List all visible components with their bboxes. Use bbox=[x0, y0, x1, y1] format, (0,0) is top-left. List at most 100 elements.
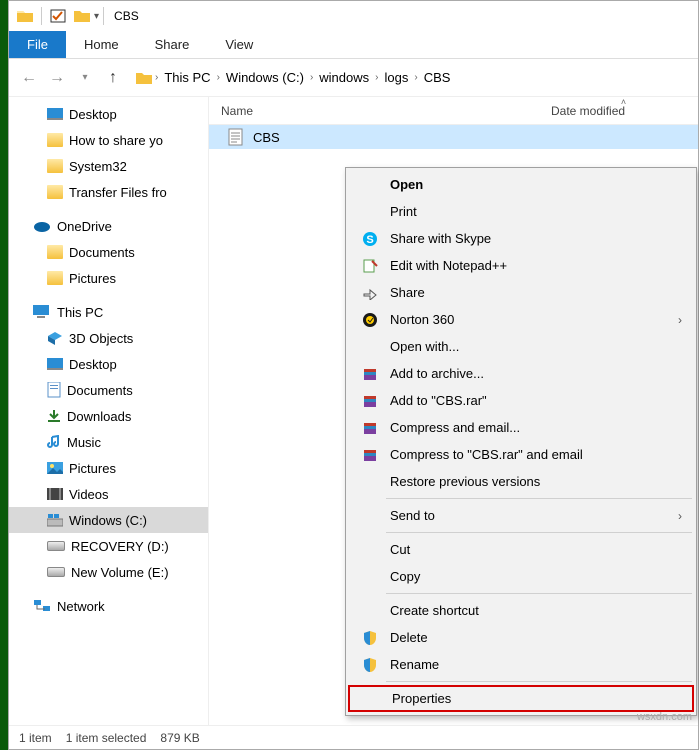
svg-text:S: S bbox=[366, 234, 373, 246]
status-item-count: 1 item bbox=[19, 731, 52, 745]
music-icon bbox=[47, 435, 61, 449]
disk-icon bbox=[47, 567, 65, 577]
status-selected: 1 item selected bbox=[66, 731, 147, 745]
text-file-icon bbox=[227, 128, 245, 146]
tree-item-documents[interactable]: Documents bbox=[9, 377, 208, 403]
tree-item-network[interactable]: Network bbox=[9, 593, 208, 619]
ctx-print[interactable]: Print bbox=[348, 198, 694, 225]
up-button[interactable]: ↑ bbox=[99, 64, 127, 92]
ctx-properties[interactable]: Properties bbox=[348, 685, 694, 712]
ctx-compressrar[interactable]: Compress to "CBS.rar" and email bbox=[348, 441, 694, 468]
onedrive-icon bbox=[33, 220, 51, 232]
pictures-icon bbox=[47, 462, 63, 474]
ctx-addrar[interactable]: Add to "CBS.rar" bbox=[348, 387, 694, 414]
tree-item-thispc[interactable]: This PC bbox=[9, 299, 208, 325]
chevron-right-icon: › bbox=[678, 509, 694, 523]
tree-label: Pictures bbox=[69, 271, 116, 286]
folder-icon bbox=[47, 271, 63, 285]
breadcrumb-item[interactable]: CBS bbox=[420, 70, 455, 85]
navigation-tree[interactable]: Desktop How to share yo System32 Transfe… bbox=[9, 97, 209, 725]
checkbox-icon[interactable] bbox=[50, 9, 66, 23]
folder-icon bbox=[47, 245, 63, 259]
ctx-copy[interactable]: Copy bbox=[348, 563, 694, 590]
tree-label: Network bbox=[57, 599, 105, 614]
ctx-cut[interactable]: Cut bbox=[348, 536, 694, 563]
folder-icon bbox=[47, 159, 63, 173]
chevron-right-icon[interactable]: › bbox=[215, 72, 222, 83]
breadcrumb-item[interactable]: windows bbox=[315, 70, 373, 85]
tree-label: This PC bbox=[57, 305, 103, 320]
ctx-openwith[interactable]: Open with... bbox=[348, 333, 694, 360]
ctx-norton[interactable]: Norton 360› bbox=[348, 306, 694, 333]
dropdown-caret-icon[interactable]: ▾ bbox=[94, 11, 99, 22]
tree-item-music[interactable]: Music bbox=[9, 429, 208, 455]
winrar-icon bbox=[360, 365, 380, 383]
tree-item-newvolume[interactable]: New Volume (E:) bbox=[9, 559, 208, 585]
tree-item-downloads[interactable]: Downloads bbox=[9, 403, 208, 429]
ctx-open[interactable]: Open bbox=[348, 171, 694, 198]
tree-item-folder[interactable]: How to share yo bbox=[9, 127, 208, 153]
ctx-sendto[interactable]: Send to› bbox=[348, 502, 694, 529]
shield-icon bbox=[360, 656, 380, 674]
document-icon bbox=[47, 382, 61, 398]
notepad-icon bbox=[360, 257, 380, 275]
video-icon bbox=[47, 488, 63, 500]
chevron-right-icon[interactable]: › bbox=[153, 72, 160, 83]
ribbon: File Home Share View bbox=[9, 31, 698, 59]
tree-item-windows-c[interactable]: Windows (C:) bbox=[9, 507, 208, 533]
ctx-share[interactable]: Share bbox=[348, 279, 694, 306]
titlebar: ▾ CBS bbox=[9, 1, 698, 31]
windows-disk-icon bbox=[47, 513, 63, 527]
ctx-compress[interactable]: Compress and email... bbox=[348, 414, 694, 441]
tree-label: Pictures bbox=[69, 461, 116, 476]
separator bbox=[386, 593, 692, 594]
history-dropdown[interactable]: ▾ bbox=[71, 64, 99, 92]
breadcrumb-item[interactable]: Windows (C:) bbox=[222, 70, 308, 85]
tree-item-recovery[interactable]: RECOVERY (D:) bbox=[9, 533, 208, 559]
ctx-skype[interactable]: SShare with Skype bbox=[348, 225, 694, 252]
ctx-rename[interactable]: Rename bbox=[348, 651, 694, 678]
ctx-shortcut[interactable]: Create shortcut bbox=[348, 597, 694, 624]
network-icon bbox=[33, 599, 51, 613]
separator bbox=[386, 681, 692, 682]
file-tab[interactable]: File bbox=[9, 31, 66, 58]
forward-button[interactable]: → bbox=[43, 64, 71, 92]
norton-icon bbox=[360, 311, 380, 329]
home-tab[interactable]: Home bbox=[66, 31, 137, 58]
status-size: 879 KB bbox=[160, 731, 199, 745]
context-menu: Open Print SShare with Skype Edit with N… bbox=[345, 167, 697, 716]
tree-item-desktop[interactable]: Desktop bbox=[9, 351, 208, 377]
chevron-right-icon[interactable]: › bbox=[308, 72, 315, 83]
ctx-delete[interactable]: Delete bbox=[348, 624, 694, 651]
address-bar[interactable]: › This PC › Windows (C:) › windows › log… bbox=[135, 70, 454, 85]
tree-item-pictures[interactable]: Pictures bbox=[9, 455, 208, 481]
breadcrumb-item[interactable]: logs bbox=[380, 70, 412, 85]
tree-item-3dobjects[interactable]: 3D Objects bbox=[9, 325, 208, 351]
folder-icon bbox=[47, 185, 63, 199]
folder-icon bbox=[47, 133, 63, 147]
back-button[interactable]: ← bbox=[15, 64, 43, 92]
chevron-right-icon[interactable]: › bbox=[412, 72, 419, 83]
ctx-restore[interactable]: Restore previous versions bbox=[348, 468, 694, 495]
folder-icon[interactable] bbox=[74, 9, 90, 23]
file-row[interactable]: CBS bbox=[209, 125, 698, 149]
share-tab[interactable]: Share bbox=[137, 31, 208, 58]
tree-item-folder[interactable]: Pictures bbox=[9, 265, 208, 291]
chevron-right-icon[interactable]: › bbox=[373, 72, 380, 83]
view-tab[interactable]: View bbox=[207, 31, 271, 58]
download-icon bbox=[47, 409, 61, 423]
tree-item-folder[interactable]: System32 bbox=[9, 153, 208, 179]
separator bbox=[103, 7, 104, 25]
tree-item-folder[interactable]: Transfer Files fro bbox=[9, 179, 208, 205]
tree-label: Videos bbox=[69, 487, 109, 502]
tree-item-desktop[interactable]: Desktop bbox=[9, 101, 208, 127]
tree-item-videos[interactable]: Videos bbox=[9, 481, 208, 507]
ctx-notepad[interactable]: Edit with Notepad++ bbox=[348, 252, 694, 279]
ctx-archive[interactable]: Add to archive... bbox=[348, 360, 694, 387]
tree-label: Desktop bbox=[69, 357, 117, 372]
separator bbox=[386, 498, 692, 499]
tree-item-folder[interactable]: Documents bbox=[9, 239, 208, 265]
tree-label: Downloads bbox=[67, 409, 131, 424]
tree-item-onedrive[interactable]: OneDrive bbox=[9, 213, 208, 239]
breadcrumb-item[interactable]: This PC bbox=[160, 70, 214, 85]
